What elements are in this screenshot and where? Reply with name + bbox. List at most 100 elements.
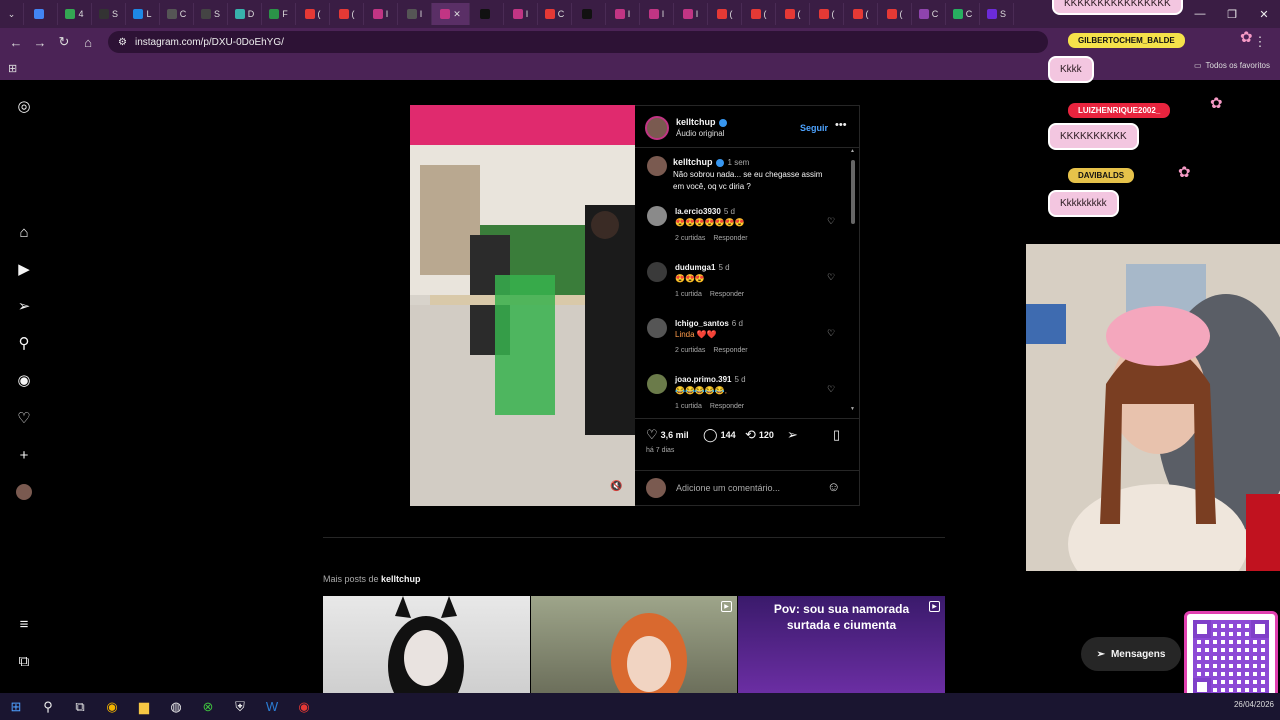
after-tab-11[interactable]: ( [844,3,878,25]
more-menu-icon[interactable]: ≡ [14,614,34,634]
more-post-thumbnail-1[interactable] [323,596,530,693]
create-plus-icon[interactable]: + [14,445,34,465]
after-tab-13[interactable]: C [912,3,946,25]
before-tab-10[interactable]: I [364,3,398,25]
after-tab-7[interactable]: ( [708,3,742,25]
all-favorites[interactable]: ▭ Todos os favoritos [1194,61,1270,70]
close-window-button[interactable]: ✕ [1248,0,1280,28]
more-post-thumbnail-2[interactable]: ▶ [531,596,737,693]
chrome-icon[interactable]: ◉ [96,693,128,720]
after-tab-12[interactable]: ( [878,3,912,25]
reply-button[interactable]: Responder [710,403,744,410]
comment-like-heart-icon[interactable]: ♡ [827,272,835,283]
commenter-avatar[interactable] [647,374,667,394]
obs-icon[interactable]: ◍ [160,693,192,720]
like-button[interactable]: ♡ 3,6 mil [646,427,689,443]
commenter-username[interactable]: joao.primo.391 [675,375,731,384]
before-tab-2[interactable]: S [92,3,126,25]
comment-like-heart-icon[interactable]: ♡ [827,328,835,339]
save-button[interactable]: ▯ [833,427,840,443]
notifications-heart-icon[interactable]: ♡ [14,408,34,428]
close-icon[interactable]: ✕ [453,9,461,20]
word-icon[interactable]: W [256,693,288,720]
reels-icon[interactable]: ▶ [14,259,34,279]
comments-scrollbar[interactable]: ▲ ▼ [849,148,857,416]
caption-avatar[interactable] [647,156,667,176]
after-tab-3[interactable] [572,3,606,25]
post-video[interactable]: 🔇 [410,105,635,506]
maximize-button[interactable]: ❐ [1216,0,1248,28]
share-button[interactable]: ➢ [787,427,798,443]
commenter-username[interactable]: dudumga1 [675,263,715,272]
before-tab-8[interactable]: ( [296,3,330,25]
more-post-thumbnail-3[interactable]: Pov: sou sua namorada surtada e ciumenta… [738,596,945,693]
reply-button[interactable]: Responder [713,235,747,242]
after-tab-10[interactable]: ( [810,3,844,25]
comment-button[interactable]: ◯ 144 [703,427,736,443]
reply-button[interactable]: Responder [710,291,744,298]
after-tab-15[interactable]: S [980,3,1014,25]
after-tab-8[interactable]: ( [742,3,776,25]
search-icon[interactable]: ⚲ [32,693,64,720]
instagram-logo-icon[interactable]: ◎ [14,96,34,116]
meta-apps-icon[interactable]: ⧉ [14,651,34,671]
url-field[interactable]: ⚙ instagram.com/p/DXU-0DoEhYG/ [108,31,1048,53]
commenter-avatar[interactable] [647,318,667,338]
repost-button[interactable]: ⟲ 120 [745,427,774,443]
messages-button[interactable]: ➢ Mensagens [1081,637,1181,671]
tab-instagram-active[interactable]: ✕ [432,3,470,25]
explore-compass-icon[interactable]: ◉ [14,370,34,390]
recorder-icon[interactable]: ◉ [288,693,320,720]
commenter-username[interactable]: la.ercio3930 [675,207,721,216]
site-info-icon[interactable]: ⚙ [118,37,127,48]
xbox-icon[interactable]: ⊗ [192,693,224,720]
before-tab-3[interactable]: L [126,3,160,25]
direct-send-icon[interactable]: ➢ [14,296,34,316]
more-options-icon[interactable]: ••• [835,119,847,131]
reply-button[interactable]: Responder [713,347,747,354]
follow-button[interactable]: Seguir [800,123,828,133]
add-comment-input[interactable]: Adicione um comentário... [676,483,780,493]
back-button[interactable]: ← [4,30,28,54]
profile-avatar[interactable] [14,482,34,502]
before-tab-5[interactable]: S [194,3,228,25]
commenter-avatar[interactable] [647,206,667,226]
before-tab-4[interactable]: C [160,3,194,25]
commenter-avatar[interactable] [647,262,667,282]
shield-icon[interactable]: ⛨ [224,693,256,720]
before-tab-7[interactable]: F [262,3,296,25]
home-button[interactable]: ⌂ [76,30,100,54]
more-posts-user[interactable]: kelltchup [381,574,421,584]
comment-likes[interactable]: 1 curtida [675,403,702,410]
before-tab-11[interactable]: I [398,3,432,25]
before-tab-1[interactable]: 4 [58,3,92,25]
before-tab-0[interactable] [24,3,58,25]
after-tab-1[interactable]: I [504,3,538,25]
apps-grid-icon[interactable]: ⊞ [8,62,17,75]
author-avatar[interactable] [645,116,669,140]
after-tab-0[interactable] [470,3,504,25]
comment-like-heart-icon[interactable]: ♡ [827,216,835,227]
minimize-button[interactable]: — [1184,0,1216,28]
start-windows-icon[interactable]: ⊞ [0,693,32,720]
reload-button[interactable]: ↻ [52,30,76,54]
task-view-icon[interactable]: ⧉ [64,693,96,720]
before-tab-6[interactable]: D [228,3,262,25]
before-tab-9[interactable]: ( [330,3,364,25]
after-tab-6[interactable]: I [674,3,708,25]
after-tab-5[interactable]: I [640,3,674,25]
comment-likes[interactable]: 2 curtidas [675,235,705,242]
emoji-icon[interactable]: ☺ [827,479,840,494]
search-icon[interactable]: ⚲ [14,333,34,353]
after-tab-2[interactable]: C [538,3,572,25]
home-icon[interactable]: ⌂ [14,222,34,242]
after-tab-9[interactable]: ( [776,3,810,25]
comment-like-heart-icon[interactable]: ♡ [827,384,835,395]
after-tab-14[interactable]: C [946,3,980,25]
tab-search-button[interactable]: ⌄ [0,3,24,25]
audio-label[interactable]: Áudio original [676,129,724,138]
comment-likes[interactable]: 2 curtidas [675,347,705,354]
file-explorer-icon[interactable]: ▆ [128,693,160,720]
commenter-username[interactable]: lchigo_santos [675,319,729,328]
after-tab-4[interactable]: I [606,3,640,25]
